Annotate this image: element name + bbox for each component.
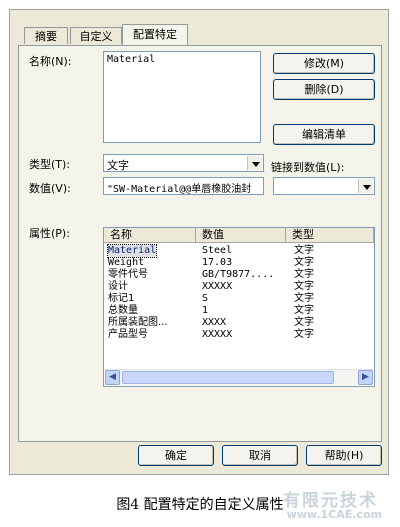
type-label: 类型(T): [29,158,71,171]
scroll-right-icon[interactable]: ▶ [358,370,373,385]
tab-summary[interactable]: 摘要 [24,27,68,44]
cell-value: XXXX [202,317,227,328]
type-dropdown-value: 文字 [107,159,129,172]
cell-value: 1 [202,305,209,316]
help-button[interactable]: 帮助(H) [306,445,382,466]
cell-name: 总数量 [108,305,138,316]
cell-value: GB/T9877.... [202,269,275,280]
link-to-value-dropdown[interactable] [273,177,375,195]
cell-type: 文字 [294,257,314,268]
value-label: 数值(V): [29,182,71,195]
table-row[interactable]: 设计 XXXXX 文字 [104,281,374,293]
column-header-type[interactable]: 类型 [286,228,374,243]
tab-strip: 摘要 自定义 配置特定 [18,24,382,46]
value-field[interactable]: "SW-Material@@单唇橡胶油封 [103,177,264,195]
tab-custom[interactable]: 自定义 [70,27,122,44]
column-header-value[interactable]: 数值 [196,228,286,243]
cell-value: XXXXX [202,329,233,340]
properties-dialog: 摘要 自定义 配置特定 名称(N): Material 修改(M) 删除(D) … [9,9,389,475]
properties-list[interactable]: 名称 数值 类型 Material Steel 文字 Weight 17.03 … [103,227,375,387]
tab-panel: 名称(N): Material 修改(M) 删除(D) 编辑清单 类型(T): … [18,45,382,442]
table-row[interactable]: 总数量 1 文字 [104,305,374,317]
table-row[interactable]: Weight 17.03 文字 [104,257,374,269]
cell-type: 文字 [294,305,314,316]
cancel-button[interactable]: 取消 [222,445,298,466]
tab-configuration-specific[interactable]: 配置特定 [122,24,188,45]
cell-type: 文字 [294,281,314,292]
table-row[interactable]: 所属装配图... XXXX 文字 [104,317,374,329]
properties-label: 属性(P): [29,227,70,240]
type-dropdown[interactable]: 文字 [103,154,264,172]
column-header-name[interactable]: 名称 [104,228,196,243]
cell-type: 文字 [294,269,314,280]
cell-name: Material [106,244,158,258]
cell-name: 所属装配图... [108,317,168,328]
link-to-value-label: 链接到数值(L): [271,161,345,174]
modify-button[interactable]: 修改(M) [273,53,375,74]
horizontal-scrollbar[interactable]: ◀ ▶ [105,369,373,385]
cell-type: 文字 [294,293,314,304]
name-value: Material [107,54,156,65]
cell-name: Weight [108,257,145,268]
list-header: 名称 数值 类型 [104,228,374,243]
cell-value: 17.03 [202,257,233,268]
scroll-left-icon[interactable]: ◀ [105,370,120,385]
watermark-url: www.1CAE.com [286,508,382,521]
cell-value: S [202,293,209,304]
cell-name: 零件代号 [108,269,148,280]
table-row[interactable]: 产品型号 XXXXX 文字 [104,329,374,341]
delete-button[interactable]: 删除(D) [273,79,375,100]
table-row[interactable]: Material Steel 文字 [104,244,374,258]
cell-name: 产品型号 [108,329,148,340]
ok-button[interactable]: 确定 [138,445,214,466]
value-field-text: "SW-Material@@单唇橡胶油封 [107,184,252,195]
name-listbox[interactable]: Material [103,51,261,143]
cell-type: 文字 [294,245,314,256]
cell-value: XXXXX [202,281,233,292]
chevron-down-icon[interactable] [358,179,373,193]
cell-type: 文字 [294,329,314,340]
cell-value: Steel [202,245,233,256]
chevron-down-icon[interactable] [247,156,262,170]
cell-name: 设计 [108,281,128,292]
table-row[interactable]: 标记1 S 文字 [104,293,374,305]
name-label: 名称(N): [29,55,72,68]
edit-list-button[interactable]: 编辑清单 [273,124,375,145]
table-row[interactable]: 零件代号 GB/T9877.... 文字 [104,269,374,281]
scrollbar-thumb[interactable] [122,371,334,384]
cell-name: 标记1 [108,293,135,304]
cell-type: 文字 [294,317,314,328]
